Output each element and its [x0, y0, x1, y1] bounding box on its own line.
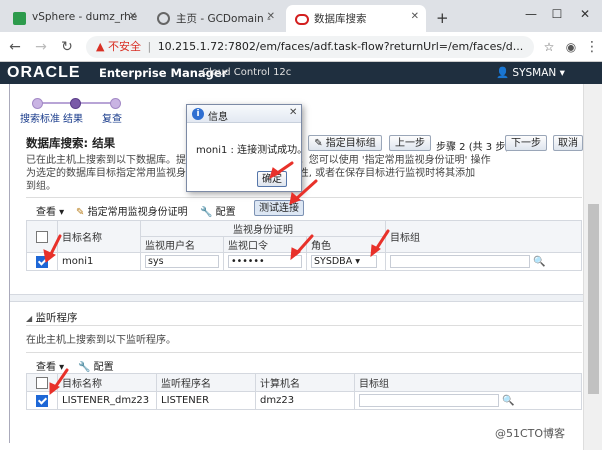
annotation-arrows [43, 161, 390, 396]
watermark: @51CTO博客 [495, 427, 566, 440]
arrow-test-connection [294, 179, 318, 201]
